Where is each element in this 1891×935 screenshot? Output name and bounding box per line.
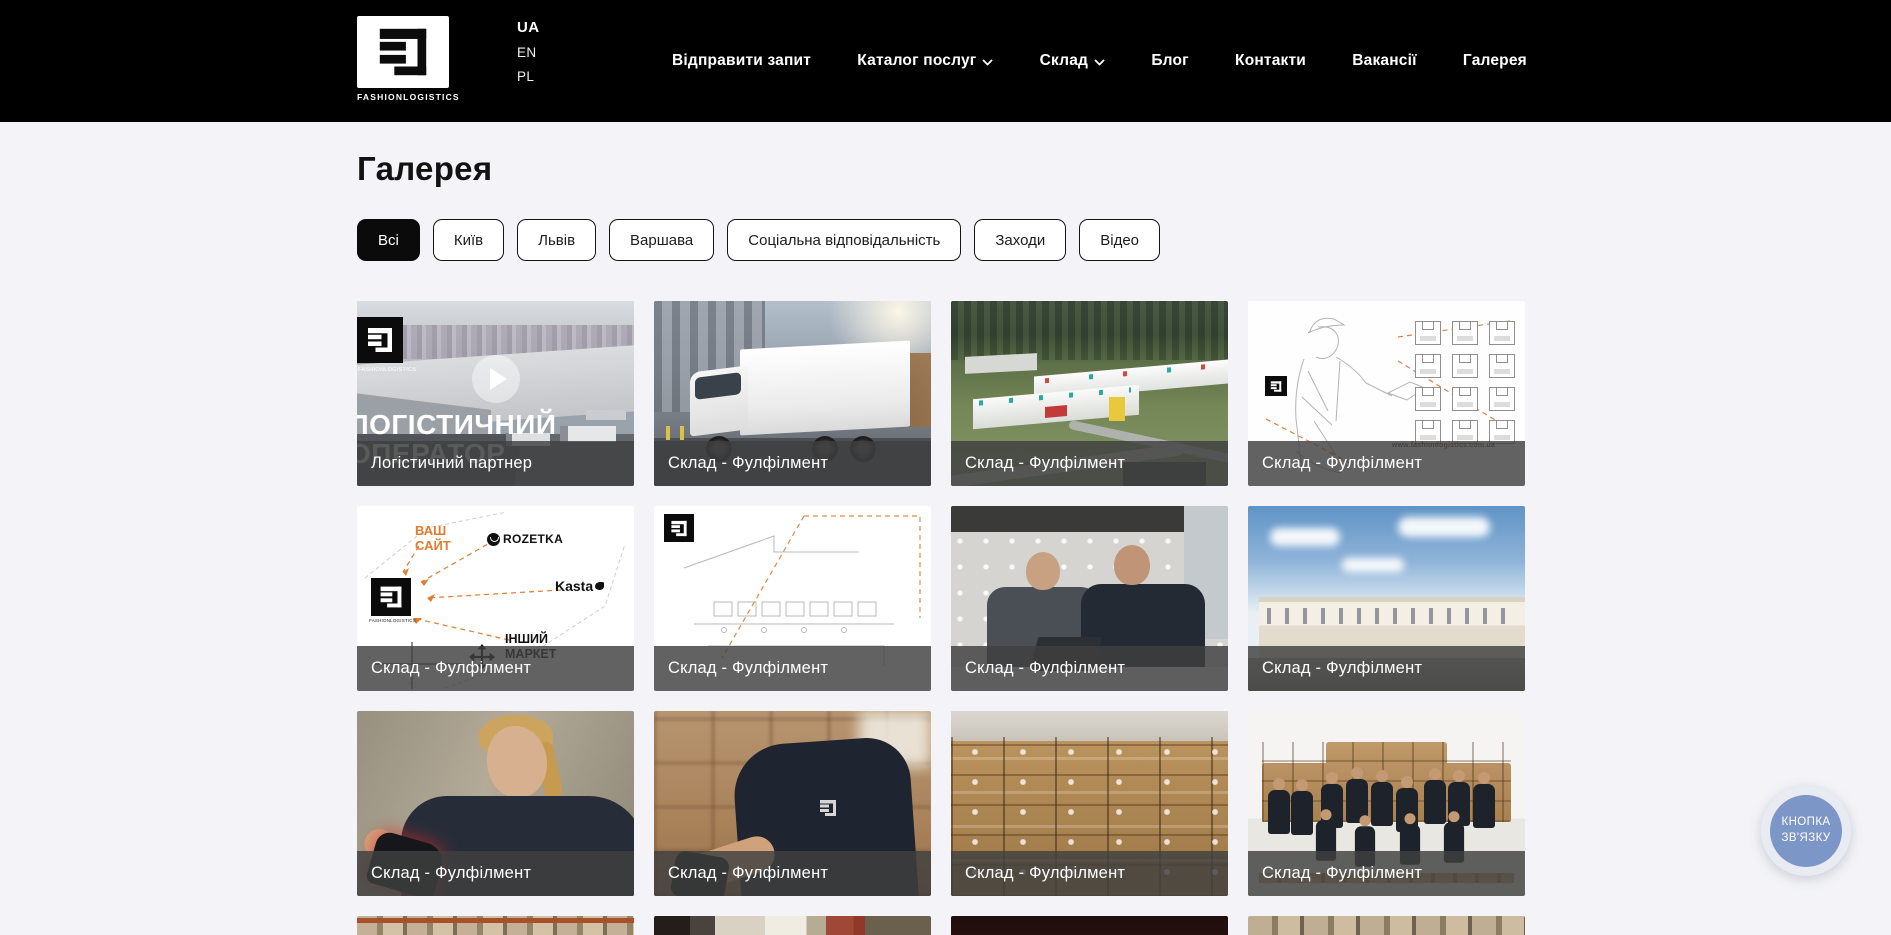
filter-events[interactable]: Заходи	[974, 219, 1066, 261]
fl-logo-badge	[1265, 376, 1287, 396]
brand-logo-icon	[357, 16, 449, 88]
site-header: FASHIONLOGISTICS UA EN PL Відправити зап…	[0, 0, 1891, 122]
tile-caption: Логістичний партнер	[357, 441, 634, 486]
tile-caption: Склад - Фулфілмент	[654, 646, 931, 691]
truck-trailer	[740, 341, 910, 436]
fl-logo-badge	[357, 317, 403, 363]
box-icons-grid	[1415, 321, 1515, 444]
page-title: Галерея	[357, 150, 492, 188]
fl-logo-text: FASHIONLOGISTICS	[358, 367, 428, 373]
nav-warehouse[interactable]: Склад	[1040, 51, 1105, 71]
gallery-item[interactable]	[654, 916, 931, 935]
nav-blog[interactable]: Блог	[1151, 52, 1189, 70]
gallery-grid: FASHIONLOGISTICS ЛОГІСТИЧНИЙОПЕРАТОР Лог…	[357, 301, 1525, 935]
lang-en[interactable]: EN	[517, 45, 539, 60]
tile-caption: Склад - Фулфілмент	[951, 646, 1228, 691]
filter-lviv[interactable]: Львів	[517, 219, 596, 261]
contact-floating-button[interactable]: КНОПКА ЗВ'ЯЗКУ	[1761, 786, 1851, 876]
lang-ua[interactable]: UA	[517, 19, 539, 36]
gallery-item[interactable]: Склад - Фулфілмент	[1248, 506, 1525, 691]
nav-contacts[interactable]: Контакти	[1235, 52, 1306, 70]
chevron-down-icon	[1094, 53, 1105, 71]
tile-caption: Склад - Фулфілмент	[951, 441, 1228, 486]
gallery-item[interactable]: Склад - Фулфілмент	[951, 711, 1228, 896]
gallery-item[interactable]: Склад - Фулфілмент	[654, 711, 931, 896]
nav-vacancies[interactable]: Вакансії	[1352, 52, 1416, 70]
gallery-item[interactable]	[357, 916, 634, 935]
tile-caption: Склад - Фулфілмент	[357, 646, 634, 691]
tile-caption: Склад - Фулфілмент	[951, 851, 1228, 896]
fl-chest-logo	[817, 798, 839, 823]
contact-button-inner: КНОПКА ЗВ'ЯЗКУ	[1770, 795, 1842, 867]
gallery-item[interactable]: Склад - Фулфілмент	[654, 506, 931, 691]
gallery-item[interactable]	[1248, 916, 1525, 935]
language-switcher: UA EN PL	[517, 19, 539, 84]
tile-caption: Склад - Фулфілмент	[654, 441, 931, 486]
kasta-label: Kasta	[555, 578, 604, 594]
nav-gallery[interactable]: Галерея	[1463, 52, 1527, 70]
gallery-item[interactable]: Склад - Фулфілмент	[951, 301, 1228, 486]
play-icon[interactable]	[472, 355, 520, 403]
filter-social-responsibility[interactable]: Соціальна відповідальність	[727, 219, 961, 261]
gallery-item[interactable]	[951, 916, 1228, 935]
tile-caption: Склад - Фулфілмент	[357, 851, 634, 896]
fl-logo-badge	[371, 578, 411, 616]
brand-name: FASHIONLOGISTICS	[357, 92, 449, 102]
gallery-item[interactable]: Склад - Фулфілмент	[357, 711, 634, 896]
nav-send-request[interactable]: Відправити запит	[672, 52, 811, 70]
gallery-item[interactable]: Склад - Фулфілмент	[654, 301, 931, 486]
fl-logo-badge	[664, 514, 694, 542]
tile-caption: Склад - Фулфілмент	[1248, 441, 1525, 486]
tile-caption: Склад - Фулфілмент	[1248, 851, 1525, 896]
gallery-item[interactable]: www.fashionlogistics.com.ua Склад - Фулф…	[1248, 301, 1525, 486]
filter-warsaw[interactable]: Варшава	[609, 219, 714, 261]
fl-logo-text: FASHIONLOGISTICS	[369, 618, 416, 623]
gallery-filters: Всі Київ Львів Варшава Соціальна відпові…	[357, 219, 1160, 261]
rozetka-label: ROZETKA	[487, 532, 563, 546]
gallery-item[interactable]: Склад - Фулфілмент	[951, 506, 1228, 691]
filter-kyiv[interactable]: Київ	[433, 219, 504, 261]
gallery-page: FASHIONLOGISTICS UA EN PL Відправити зап…	[0, 0, 1891, 935]
fl-monogram-icon	[371, 23, 435, 81]
filter-all[interactable]: Всі	[357, 219, 420, 261]
gallery-item[interactable]: ВАШ САЙТ ROZETKA Kasta ІНШИЙ МАРКЕТ FASH…	[357, 506, 634, 691]
rozetka-icon	[487, 533, 500, 546]
filter-video[interactable]: Відео	[1079, 219, 1160, 261]
your-site-label: ВАШ САЙТ	[415, 524, 459, 554]
gallery-item-video[interactable]: FASHIONLOGISTICS ЛОГІСТИЧНИЙОПЕРАТОР Лог…	[357, 301, 634, 486]
tile-caption: Склад - Фулфілмент	[654, 851, 931, 896]
nav-services-catalog[interactable]: Каталог послуг	[857, 51, 993, 71]
chevron-down-icon	[982, 53, 993, 71]
main-nav: Відправити запит Каталог послуг Склад Бл…	[672, 0, 1527, 122]
tile-caption: Склад - Фулфілмент	[1248, 646, 1525, 691]
gallery-item[interactable]: Склад - Фулфілмент	[1248, 711, 1525, 896]
brand-logo[interactable]: FASHIONLOGISTICS	[357, 16, 449, 102]
lang-pl[interactable]: PL	[517, 69, 539, 84]
